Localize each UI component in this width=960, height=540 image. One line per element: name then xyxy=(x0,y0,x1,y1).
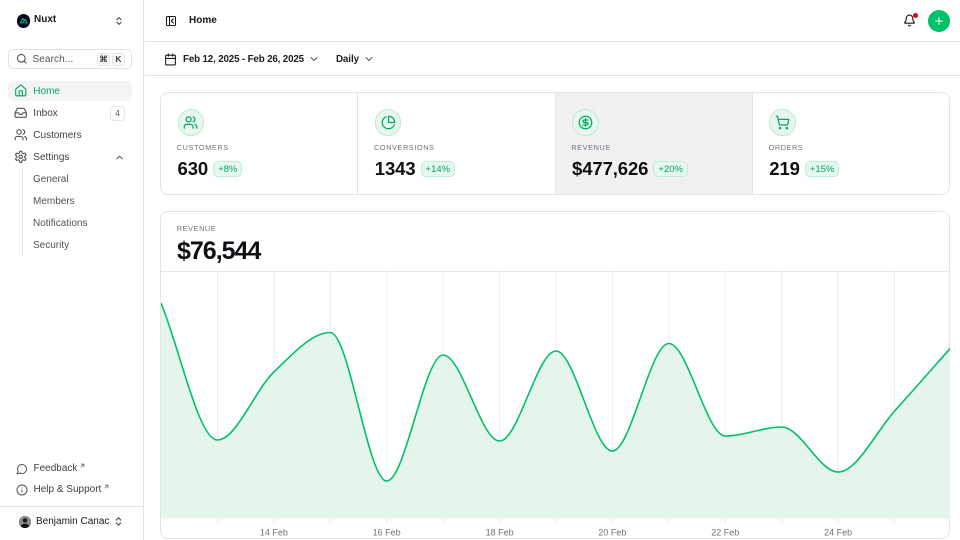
svg-text:18 Feb: 18 Feb xyxy=(486,527,514,537)
svg-text:24 Feb: 24 Feb xyxy=(824,527,852,537)
svg-text:14 Feb: 14 Feb xyxy=(260,527,288,537)
svg-text:22 Feb: 22 Feb xyxy=(711,527,739,537)
svg-text:16 Feb: 16 Feb xyxy=(373,527,401,537)
svg-text:20 Feb: 20 Feb xyxy=(598,527,626,537)
